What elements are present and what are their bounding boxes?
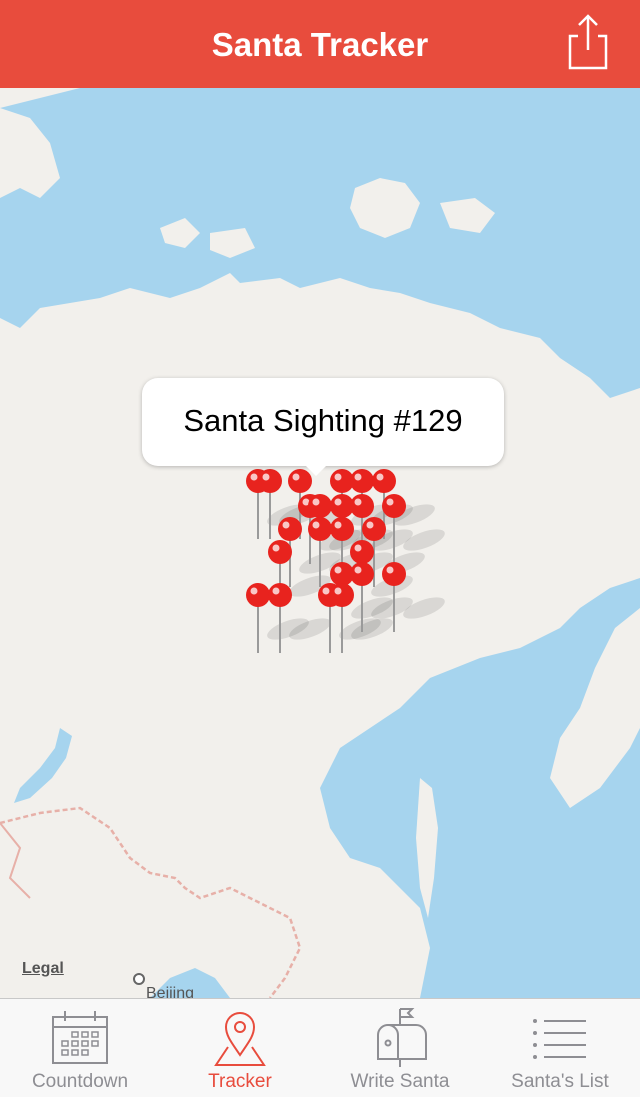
tab-countdown[interactable]: Countdown	[0, 999, 160, 1097]
tab-santas-list-label: Santa's List	[511, 1071, 609, 1092]
sighting-callout[interactable]: Santa Sighting #129	[142, 378, 504, 466]
share-button[interactable]	[560, 12, 616, 72]
tab-tracker-label: Tracker	[208, 1071, 272, 1092]
city-marker-icon	[133, 973, 145, 985]
navigation-bar: Santa Tracker	[0, 0, 640, 88]
callout-title: Santa Sighting #129	[183, 403, 463, 438]
sighting-pin[interactable]	[330, 583, 354, 653]
tab-bar: Countdown Tracker Write Santa Santa's Li…	[0, 998, 640, 1097]
tab-santas-list[interactable]: Santa's List	[480, 999, 640, 1097]
sighting-pin[interactable]	[246, 583, 270, 653]
sighting-pin[interactable]	[268, 583, 292, 653]
map-pin-icon	[214, 1012, 266, 1066]
sighting-pins	[246, 469, 445, 653]
tab-tracker[interactable]: Tracker	[160, 999, 320, 1097]
mailbox-icon	[377, 1008, 427, 1067]
tab-write-santa[interactable]: Write Santa	[320, 999, 480, 1097]
calendar-icon	[52, 1011, 108, 1064]
share-icon	[568, 14, 608, 70]
callout-pointer	[302, 462, 330, 476]
map-view[interactable]	[0, 88, 640, 998]
legal-link[interactable]: Legal	[22, 960, 64, 978]
tab-write-santa-label: Write Santa	[350, 1071, 450, 1092]
page-title: Santa Tracker	[211, 26, 429, 63]
tab-countdown-label: Countdown	[31, 1071, 129, 1092]
list-icon	[533, 1019, 586, 1059]
